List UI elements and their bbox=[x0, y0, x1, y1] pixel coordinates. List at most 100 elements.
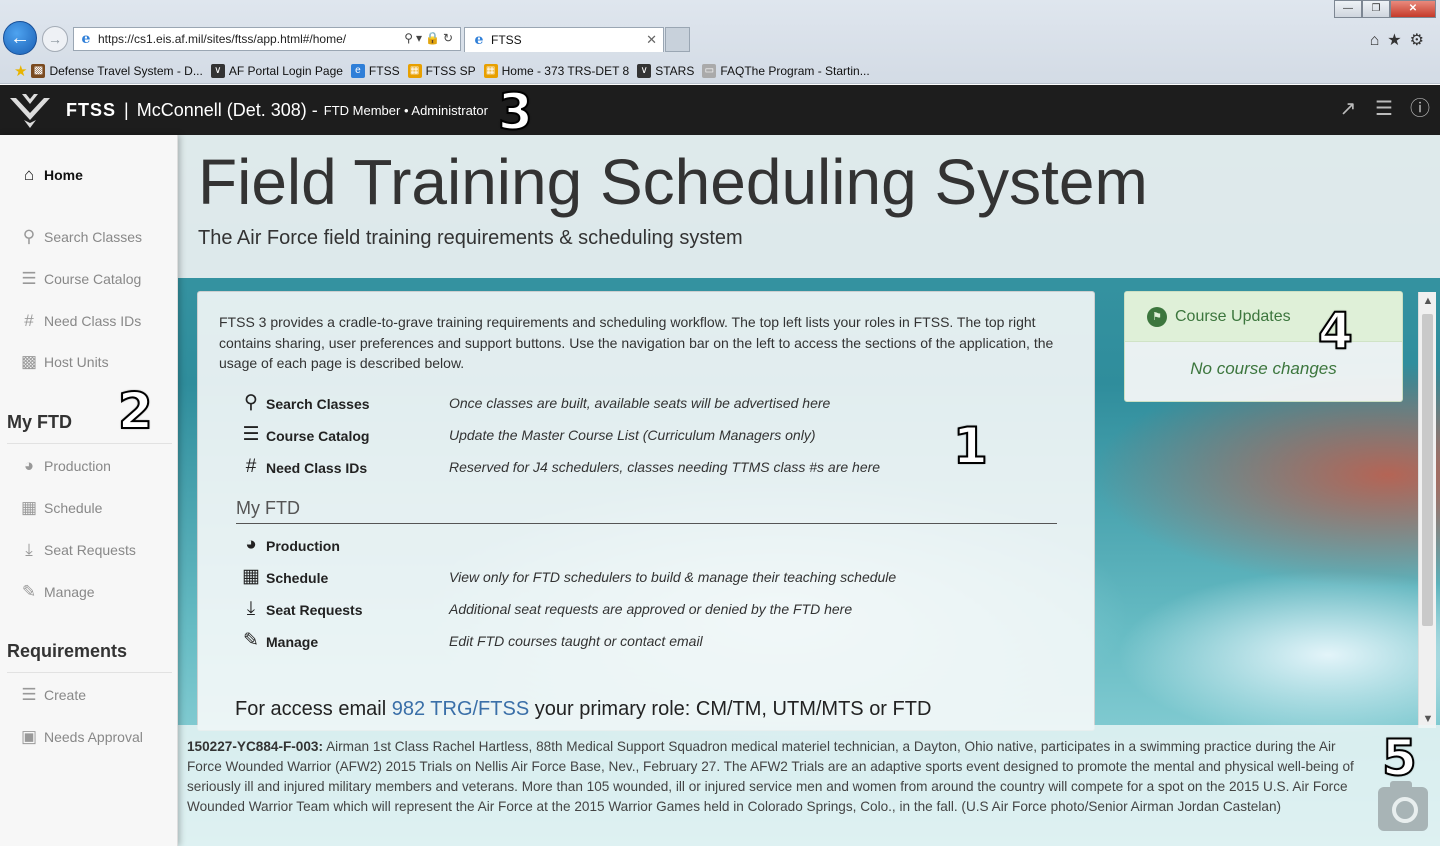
sidebar-item-production[interactable]: ◕ Production bbox=[18, 456, 111, 476]
dts-icon: ▩ bbox=[31, 63, 46, 78]
scroll-thumb[interactable] bbox=[1422, 314, 1433, 626]
overview-row-seat-requests: ⤓ Seat Requests Additional seat requests… bbox=[239, 598, 1059, 623]
course-updates-panel: ⚑ Course Updates No course changes bbox=[1124, 291, 1403, 402]
address-tools-icons[interactable]: ⚲▾🔒↻ bbox=[404, 31, 456, 45]
unit-name: McConnell (Det. 308) - bbox=[136, 99, 318, 120]
arrow-right-icon: → bbox=[48, 31, 62, 47]
favorite-link[interactable]: ▦ Home - 373 TRS-DET 8 bbox=[483, 63, 629, 78]
favorite-link[interactable]: ∨ STARS bbox=[637, 63, 694, 78]
pencil-icon: ✎ bbox=[21, 582, 37, 601]
home-icon: ⌂ bbox=[23, 165, 35, 184]
course-updates-header: ⚑ Course Updates bbox=[1125, 292, 1402, 342]
page-title: Field Training Scheduling System bbox=[198, 146, 1148, 218]
hash-icon: # bbox=[24, 311, 34, 330]
favorites-bar: ★ ▩ Defense Travel System - D... ∨ AF Port… bbox=[0, 58, 1440, 83]
af-wing-icon: ∨ bbox=[637, 63, 652, 78]
sidebar-section-requirements: Requirements bbox=[7, 641, 172, 673]
hash-icon: # bbox=[245, 456, 257, 477]
window-controls: — ❐ ✕ bbox=[1334, 0, 1436, 18]
main-content: Field Training Scheduling System The Air… bbox=[178, 135, 1440, 846]
sidebar-item-host-units[interactable]: ▩ Host Units bbox=[18, 352, 109, 372]
favorite-link[interactable]: ▦ FTSS SP bbox=[407, 63, 476, 78]
user-roles: FTD Member • Administrator bbox=[323, 102, 488, 118]
favorites-star-icon[interactable]: ★ bbox=[14, 62, 27, 80]
calendar-icon: ▦ bbox=[242, 566, 260, 587]
sidebar-item-create[interactable]: ☰ Create bbox=[18, 685, 86, 705]
pencil-icon: ✎ bbox=[243, 630, 259, 651]
page-icon: ▭ bbox=[702, 63, 717, 78]
air-force-logo[interactable] bbox=[8, 90, 52, 130]
my-ftd-section-heading: My FTD bbox=[236, 498, 1057, 524]
sidebar-item-needs-approval[interactable]: ▣ Needs Approval bbox=[18, 727, 143, 747]
preferences-icon[interactable]: ☰ bbox=[1372, 97, 1396, 121]
intro-text: FTSS 3 provides a cradle-to-grave traini… bbox=[219, 314, 1054, 371]
sidebar-item-course-catalog[interactable]: ☰ Course Catalog bbox=[18, 269, 141, 289]
sidebar-item-need-class-ids[interactable]: # Need Class IDs bbox=[18, 311, 141, 331]
ie-tab-icon: e bbox=[474, 32, 484, 48]
favorite-link[interactable]: ▭ FAQThe Program - Startin... bbox=[702, 63, 870, 78]
overview-card: FTSS 3 provides a cradle-to-grave traini… bbox=[197, 291, 1095, 731]
download-icon: ⤓ bbox=[25, 540, 33, 559]
share-icon[interactable]: ↗ bbox=[1336, 97, 1360, 121]
app-name[interactable]: FTSS bbox=[66, 100, 116, 121]
address-bar[interactable]: e https://cs1.eis.af.mil/sites/ftss/app.… bbox=[73, 27, 461, 51]
list-icon: ☰ bbox=[21, 685, 37, 704]
download-icon: ⤓ bbox=[246, 598, 256, 619]
overview-row-course-catalog: ☰ Course Catalog Update the Master Cours… bbox=[239, 424, 1059, 449]
sidebar-item-search-classes[interactable]: ⚲ Search Classes bbox=[18, 227, 142, 247]
annotation-marker-1: 1 bbox=[952, 417, 989, 475]
minimize-button[interactable]: — bbox=[1334, 0, 1362, 18]
overview-row-search-classes: ⚲ Search Classes Once classes are built,… bbox=[239, 392, 1059, 417]
favorite-link[interactable]: ∨ AF Portal Login Page bbox=[210, 63, 343, 78]
sharepoint-icon: ▦ bbox=[407, 63, 422, 78]
scroll-up-icon[interactable]: ▲ bbox=[1419, 292, 1437, 310]
ie-favorite-icon: e bbox=[350, 63, 365, 78]
overview-row-production: ◕ Production bbox=[239, 534, 1059, 559]
catalog-icon: ☰ bbox=[21, 269, 37, 288]
sidebar-nav: ⌂ Home ⚲ Search Classes ☰ Course Catalog… bbox=[0, 135, 178, 846]
browser-toolbar-icons[interactable]: ⌂★⚙ bbox=[1370, 30, 1432, 50]
back-button[interactable]: ← bbox=[3, 21, 37, 55]
annotation-marker-5: 5 bbox=[1381, 729, 1418, 787]
overview-row-schedule: ▦ Schedule View only for FTD schedulers … bbox=[239, 566, 1059, 591]
browser-tab[interactable]: e FTSS ✕ bbox=[464, 27, 664, 52]
photo-caption: 150227-YC884-F-003: Airman 1st Class Rac… bbox=[178, 725, 1440, 846]
camera-icon[interactable] bbox=[1378, 781, 1428, 831]
access-notice: For access email 982 TRG/FTSS your prima… bbox=[235, 698, 932, 720]
url-text[interactable]: https://cs1.eis.af.mil/sites/ftss/app.ht… bbox=[98, 32, 346, 46]
content-scrollbar[interactable]: ▲ ▼ bbox=[1418, 292, 1436, 728]
af-wing-icon: ∨ bbox=[210, 63, 225, 78]
favorite-link[interactable]: e FTSS bbox=[350, 63, 400, 78]
annotation-marker-2: 2 bbox=[117, 382, 154, 440]
pie-chart-icon: ◕ bbox=[23, 456, 35, 475]
tab-close-icon[interactable]: ✕ bbox=[646, 32, 657, 48]
photo-caption-text: Airman 1st Class Rachel Hartless, 88th M… bbox=[187, 739, 1354, 814]
search-icon: ⚲ bbox=[22, 227, 36, 246]
page-subtitle: The Air Force field training requirement… bbox=[198, 227, 743, 249]
help-icon[interactable]: ⓘ bbox=[1408, 97, 1432, 121]
photo-id: 150227-YC884-F-003: bbox=[187, 739, 324, 754]
arrow-left-icon: ← bbox=[10, 26, 30, 49]
overview-row-need-class-ids: # Need Class IDs Reserved for J4 schedul… bbox=[239, 456, 1059, 481]
browser-chrome: ← → e https://cs1.eis.af.mil/sites/ftss/… bbox=[0, 0, 1440, 84]
search-icon: ⚲ bbox=[244, 392, 258, 413]
tab-title: FTSS bbox=[491, 33, 522, 47]
header-separator: | bbox=[124, 99, 129, 120]
overview-row-manage: ✎ Manage Edit FTD courses taught or cont… bbox=[239, 630, 1059, 655]
sidebar-item-home[interactable]: ⌂ Home bbox=[18, 165, 83, 185]
access-email-link[interactable]: 982 TRG/FTSS bbox=[392, 698, 529, 720]
annotation-marker-3: 3 bbox=[497, 83, 534, 141]
sidebar-item-manage[interactable]: ✎ Manage bbox=[18, 582, 95, 602]
app-header: FTSS | McConnell (Det. 308) - FTD Member… bbox=[0, 83, 1440, 141]
annotation-marker-4: 4 bbox=[1317, 302, 1354, 360]
close-window-button[interactable]: ✕ bbox=[1390, 0, 1436, 18]
sidebar-item-schedule[interactable]: ▦ Schedule bbox=[18, 498, 102, 518]
calendar-icon: ▦ bbox=[20, 498, 38, 517]
restore-button[interactable]: ❐ bbox=[1362, 0, 1390, 18]
course-updates-body: No course changes bbox=[1190, 359, 1337, 378]
favorite-link[interactable]: ▩ Defense Travel System - D... bbox=[31, 63, 203, 78]
sidebar-item-seat-requests[interactable]: ⤓ Seat Requests bbox=[18, 540, 136, 560]
forward-button[interactable]: → bbox=[42, 26, 68, 52]
hero-banner: Field Training Scheduling System The Air… bbox=[178, 135, 1440, 278]
new-tab-button[interactable] bbox=[665, 27, 690, 52]
